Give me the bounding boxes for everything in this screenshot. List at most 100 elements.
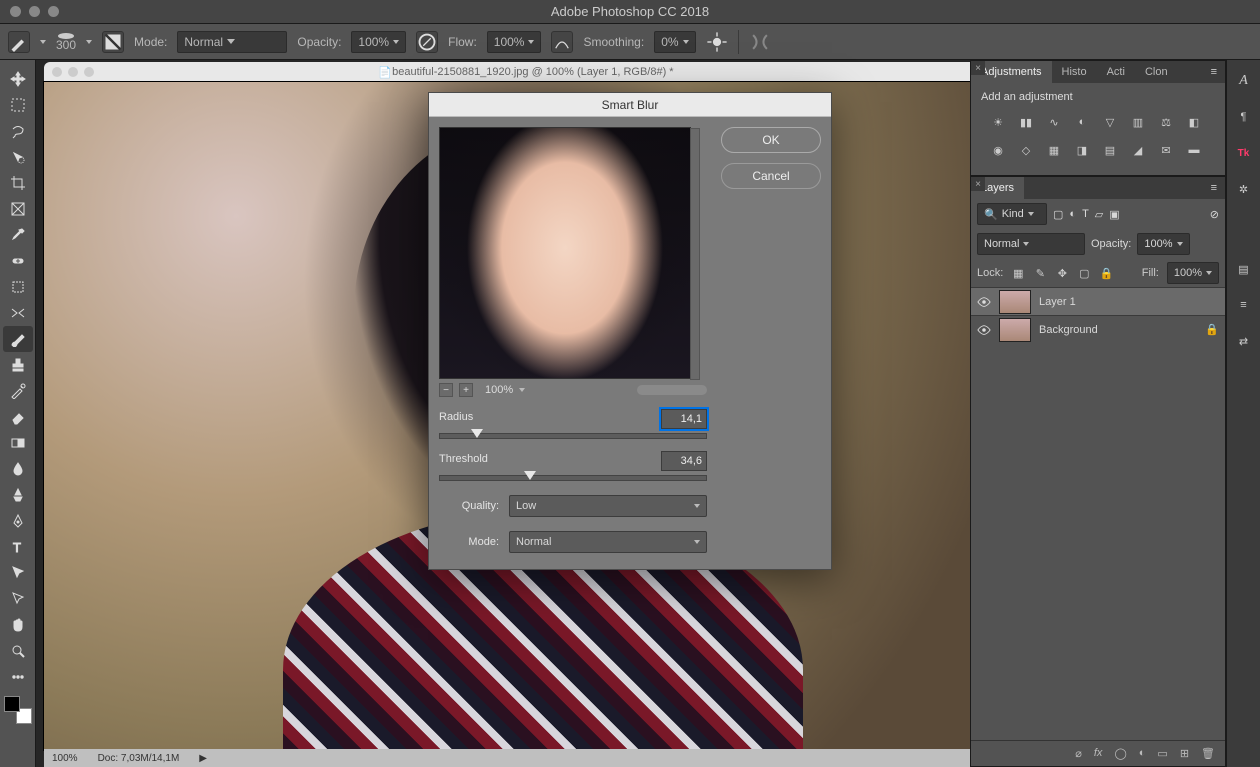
brush-tool[interactable] — [3, 326, 33, 352]
document-titlebar[interactable]: 📄 beautiful-2150881_1920.jpg @ 100% (Lay… — [44, 62, 970, 82]
balance-icon[interactable]: ⚖ — [1157, 113, 1175, 131]
new-layer-icon[interactable]: ⊞ — [1180, 747, 1189, 760]
invert-icon[interactable]: ◨ — [1073, 141, 1091, 159]
foreground-color[interactable] — [4, 696, 20, 712]
gradient-map-icon[interactable]: ▬ — [1185, 141, 1203, 159]
smoothing-input[interactable]: 0% — [654, 31, 695, 53]
lock-paint-icon[interactable]: ✎ — [1033, 266, 1047, 280]
cancel-button[interactable]: Cancel — [721, 163, 821, 189]
edit-toolbar[interactable] — [3, 664, 33, 690]
healing-brush-tool[interactable] — [3, 248, 33, 274]
photo-filter-icon[interactable]: ◉ — [989, 141, 1007, 159]
patch-tool[interactable] — [3, 274, 33, 300]
threshold-input[interactable] — [661, 451, 707, 471]
filter-type-icon[interactable]: T — [1082, 208, 1089, 220]
brush-preset-picker[interactable]: 300 — [56, 33, 76, 50]
layer-name[interactable]: Layer 1 — [1039, 296, 1076, 308]
quick-select-tool[interactable] — [3, 144, 33, 170]
minimize-window[interactable] — [29, 6, 40, 17]
zoom-in-button[interactable]: + — [459, 383, 473, 397]
posterize-icon[interactable]: ▤ — [1101, 141, 1119, 159]
filter-image-icon[interactable]: ▢ — [1053, 208, 1063, 221]
exposure-icon[interactable]: ◐ — [1073, 113, 1091, 131]
close-window[interactable] — [10, 6, 21, 17]
dodge-tool[interactable] — [3, 482, 33, 508]
zoom-level[interactable]: 100% — [52, 753, 78, 764]
chevron-right-icon[interactable]: ▶ — [199, 753, 207, 764]
brightness-icon[interactable]: ☀ — [989, 113, 1007, 131]
remix-tool[interactable] — [3, 300, 33, 326]
dialog-title[interactable]: Smart Blur — [429, 93, 831, 117]
selective-icon[interactable]: ✉ — [1157, 141, 1175, 159]
crop-tool[interactable] — [3, 170, 33, 196]
radius-slider[interactable] — [439, 433, 707, 439]
radius-input[interactable] — [661, 409, 707, 429]
lasso-tool[interactable] — [3, 118, 33, 144]
layer-filter-dropdown[interactable]: 🔍Kind — [977, 203, 1047, 225]
link-layers-icon[interactable]: ⌀ — [1075, 747, 1082, 760]
color-swatches[interactable] — [4, 696, 32, 724]
layer-name[interactable]: Background — [1039, 324, 1098, 336]
tab-actions[interactable]: Acti — [1097, 61, 1135, 83]
visibility-icon[interactable] — [977, 323, 991, 337]
glyphs-panel-icon[interactable]: A — [1233, 70, 1255, 92]
properties-panel-icon[interactable]: ▤ — [1233, 258, 1255, 280]
doc-zoom[interactable] — [84, 67, 94, 77]
zoom-tool[interactable] — [3, 638, 33, 664]
threshold-slider[interactable] — [439, 475, 707, 481]
dialog-mode-dropdown[interactable]: Normal — [509, 531, 707, 553]
layer-thumbnail[interactable] — [999, 290, 1031, 314]
filter-smart-icon[interactable]: ▣ — [1109, 208, 1119, 221]
visibility-icon[interactable] — [977, 295, 991, 309]
paragraph-panel-icon[interactable]: ¶ — [1233, 106, 1255, 128]
chevron-down-icon[interactable] — [86, 40, 92, 44]
lock-artboard-icon[interactable]: ▢ — [1077, 266, 1091, 280]
blend-mode-dropdown[interactable]: Normal — [977, 233, 1085, 255]
lock-position-icon[interactable]: ✥ — [1055, 266, 1069, 280]
lock-transparency-icon[interactable]: ▦ — [1011, 266, 1025, 280]
doc-info[interactable]: Doc: 7,03M/14,1M — [98, 753, 180, 764]
marquee-tool[interactable] — [3, 92, 33, 118]
lookup-icon[interactable]: ▦ — [1045, 141, 1063, 159]
panel-close-icon[interactable]: × — [971, 61, 985, 75]
slider-handle[interactable] — [471, 429, 483, 438]
quality-dropdown[interactable]: Low — [509, 495, 707, 517]
mask-icon[interactable]: ◯ — [1114, 747, 1126, 760]
blur-tool[interactable] — [3, 456, 33, 482]
brush-panel-toggle[interactable] — [102, 31, 124, 53]
slider-handle[interactable] — [524, 471, 536, 480]
layer-opacity-input[interactable]: 100% — [1137, 233, 1189, 255]
channel-mixer-icon[interactable]: ◇ — [1017, 141, 1035, 159]
group-icon[interactable]: ▭ — [1157, 747, 1167, 760]
pen-tool[interactable] — [3, 508, 33, 534]
eraser-tool[interactable] — [3, 404, 33, 430]
zoom-window[interactable] — [48, 6, 59, 17]
flow-input[interactable]: 100% — [487, 31, 542, 53]
doc-minimize[interactable] — [68, 67, 78, 77]
doc-close[interactable] — [52, 67, 62, 77]
fill-input[interactable]: 100% — [1167, 262, 1219, 284]
chevron-down-icon[interactable] — [519, 388, 525, 392]
levels-icon[interactable]: ▮▮ — [1017, 113, 1035, 131]
tab-histogram[interactable]: Histo — [1052, 61, 1097, 83]
fx-icon[interactable]: fx — [1094, 747, 1103, 760]
smoothing-options[interactable] — [706, 31, 728, 53]
zoom-out-button[interactable]: − — [439, 383, 453, 397]
hand-tool[interactable] — [3, 612, 33, 638]
bw-icon[interactable]: ◧ — [1185, 113, 1203, 131]
vibrance-icon[interactable]: ▽ — [1101, 113, 1119, 131]
lock-all-icon[interactable]: 🔒 — [1099, 266, 1113, 280]
type-tool[interactable]: T — [3, 534, 33, 560]
filter-adjust-icon[interactable]: ◐ — [1069, 208, 1076, 220]
swatches-panel-icon[interactable]: ⇄ — [1233, 330, 1255, 352]
navigator-panel-icon[interactable]: ✲ — [1233, 178, 1255, 200]
panel-menu-icon[interactable]: ≡ — [1203, 66, 1225, 78]
filter-preview[interactable] — [439, 127, 691, 379]
filter-toggle[interactable]: ⊘ — [1210, 208, 1219, 221]
direct-select-tool[interactable] — [3, 586, 33, 612]
airbrush-toggle[interactable] — [551, 31, 573, 53]
panel-menu-icon[interactable]: ≡ — [1203, 182, 1225, 194]
stamp-tool[interactable] — [3, 352, 33, 378]
tab-clone[interactable]: Clon — [1135, 61, 1178, 83]
opacity-input[interactable]: 100% — [351, 31, 406, 53]
